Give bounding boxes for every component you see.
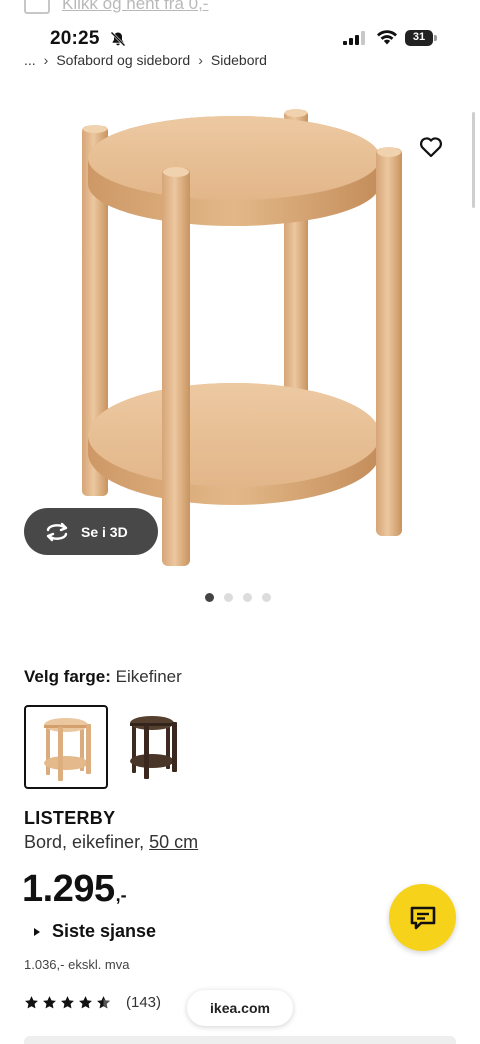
star-half-icon <box>97 996 110 1009</box>
color-selector-label: Velg farge: Eikefiner <box>24 667 182 687</box>
carousel-dot[interactable] <box>243 593 252 602</box>
chat-button[interactable] <box>389 884 456 951</box>
pickup-banner-text[interactable]: Klikk og hent fra 0,- <box>62 0 208 14</box>
breadcrumb: ... › Sofabord og sidebord › Sidebord <box>24 50 267 70</box>
product-description-text: Bord, eikefiner, <box>24 832 145 852</box>
breadcrumb-sofabord[interactable]: Sofabord og sidebord <box>56 52 190 68</box>
battery-icon: 31 <box>405 30 437 46</box>
dark-table-thumbnail <box>130 716 177 779</box>
wifi-icon <box>377 30 397 45</box>
carousel-dot[interactable] <box>205 593 214 602</box>
bell-slash-icon <box>110 31 126 47</box>
view-3d-button[interactable]: Se i 3D <box>24 508 158 555</box>
price-suffix: ,- <box>115 885 127 905</box>
product-description: Bord, eikefiner, 50 cm <box>24 832 198 853</box>
product-name: LISTERBY <box>24 808 116 828</box>
caret-right-icon <box>34 927 40 936</box>
chat-icon <box>410 906 435 929</box>
rating-count[interactable]: (143) <box>126 994 161 1011</box>
last-chance-label: Siste sjanse <box>52 921 157 941</box>
truck-icon <box>24 0 50 14</box>
product-price: 1.295 ,- <box>22 868 127 911</box>
product-size-link[interactable]: 50 cm <box>149 832 198 852</box>
breadcrumb-sidebord[interactable]: Sidebord <box>211 52 267 68</box>
breadcrumb-ellipsis[interactable]: ... <box>24 52 36 68</box>
star-icon <box>43 996 56 1009</box>
scrollbar[interactable] <box>472 112 475 208</box>
color-label-key: Velg farge: <box>24 667 111 686</box>
last-chance-toggle[interactable]: Siste sjanse <box>34 921 156 942</box>
browser-url-pill[interactable]: ikea.com <box>187 990 293 1026</box>
rotate-icon <box>46 522 68 541</box>
cell-signal-icon <box>343 31 365 45</box>
heart-icon[interactable] <box>418 134 444 160</box>
color-swatch-oak[interactable] <box>24 705 108 789</box>
rating[interactable]: (143) <box>24 994 161 1011</box>
price-value: 1.295 <box>22 868 115 910</box>
chevron-right-icon: › <box>43 52 49 68</box>
star-icon <box>79 996 92 1009</box>
carousel-dot[interactable] <box>224 593 233 602</box>
status-time: 20:25 <box>50 28 100 49</box>
battery-level: 31 <box>412 31 426 43</box>
star-icon <box>61 996 74 1009</box>
carousel-dot[interactable] <box>262 593 271 602</box>
view-3d-label: Se i 3D <box>81 523 128 540</box>
color-label-value: Eikefiner <box>115 667 182 686</box>
oak-table-thumbnail <box>44 718 91 781</box>
bottom-panel-edge <box>24 1036 456 1044</box>
carousel-dots[interactable] <box>205 593 271 603</box>
chevron-right-icon: › <box>198 52 203 68</box>
color-swatch-dark[interactable] <box>112 705 196 789</box>
pickup-banner[interactable]: Klikk og hent fra 0,- <box>0 0 480 22</box>
price-ex-vat: 1.036,- ekskl. mva <box>24 957 130 972</box>
star-icon <box>25 996 38 1009</box>
